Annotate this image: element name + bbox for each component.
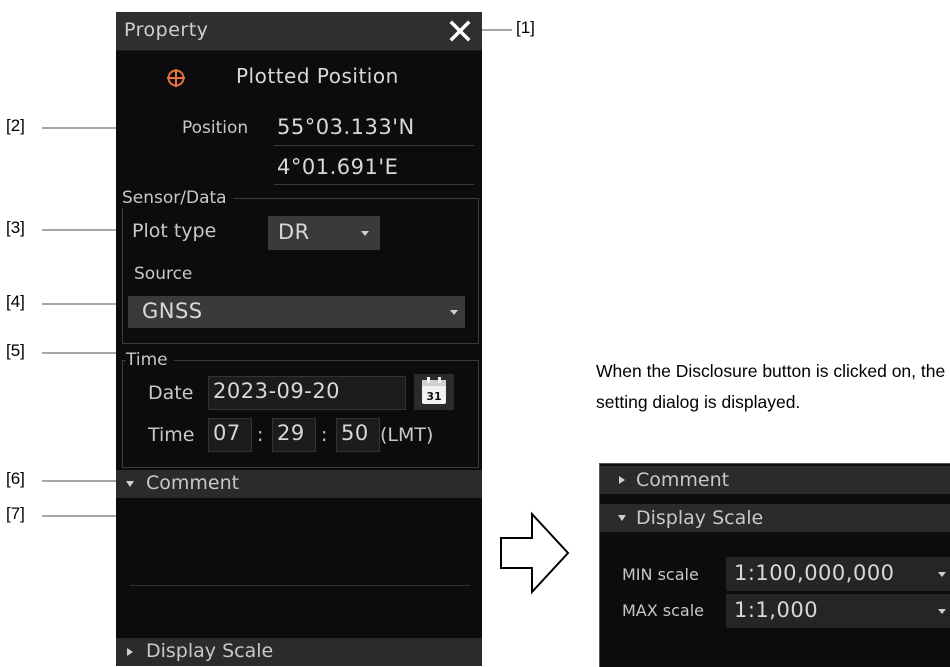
callout-7: [7] bbox=[6, 504, 25, 523]
max-scale-value: 1:1,000 bbox=[734, 598, 819, 622]
min-scale-dropdown[interactable]: 1:100,000,000 bbox=[726, 557, 950, 591]
explanatory-note: When the Disclosure button is clicked on… bbox=[596, 361, 946, 412]
time-label: Time bbox=[148, 424, 195, 446]
minute-field[interactable]: 29 bbox=[272, 418, 316, 452]
panel-title: Property bbox=[124, 19, 209, 41]
min-scale-value: 1:100,000,000 bbox=[734, 561, 895, 585]
arrow-right-icon bbox=[500, 511, 570, 595]
display-scale-label: Display Scale bbox=[146, 640, 274, 662]
property-panel: Property Plotted Position Position 55°03… bbox=[116, 12, 482, 666]
expanded-settings-panel: Comment Display Scale MIN scale 1:100,00… bbox=[599, 463, 950, 667]
plot-type-dropdown[interactable]: DR bbox=[268, 216, 380, 250]
comment-text-area[interactable] bbox=[120, 502, 478, 584]
minute-value: 29 bbox=[277, 421, 305, 445]
source-value: GNSS bbox=[142, 299, 203, 323]
hour-value: 07 bbox=[213, 421, 241, 445]
time-separator: : bbox=[257, 424, 264, 446]
leader-line-1 bbox=[478, 29, 512, 31]
callout-1: [1] bbox=[516, 18, 535, 37]
comment-disclosure-button[interactable]: Comment bbox=[116, 470, 482, 498]
time-group-label: Time bbox=[126, 350, 174, 370]
max-scale-label: MAX scale bbox=[622, 601, 705, 620]
disclosure-collapsed-icon bbox=[127, 648, 133, 656]
callout-3: [3] bbox=[6, 218, 25, 237]
callout-4: [4] bbox=[6, 292, 25, 311]
sensor-data-group-label: Sensor/Data bbox=[122, 188, 233, 208]
disclosure-expanded-icon bbox=[126, 481, 134, 487]
date-field[interactable]: 2023-09-20 bbox=[208, 376, 406, 410]
time-separator: : bbox=[321, 424, 328, 446]
comment-label: Comment bbox=[636, 469, 730, 491]
calendar-button[interactable]: 31 bbox=[414, 374, 454, 410]
leader-line-6 bbox=[42, 480, 120, 482]
min-scale-label: MIN scale bbox=[622, 565, 699, 584]
callout-5: [5] bbox=[6, 341, 25, 360]
title-bar: Property bbox=[116, 12, 482, 51]
second-value: 50 bbox=[341, 421, 369, 445]
max-scale-dropdown[interactable]: 1:1,000 bbox=[726, 594, 950, 628]
chevron-down-icon bbox=[361, 231, 369, 236]
timezone-label: (LMT) bbox=[380, 424, 434, 446]
chevron-down-icon bbox=[938, 572, 946, 577]
calendar-day: 31 bbox=[426, 390, 441, 403]
display-scale-disclosure-button[interactable]: Display Scale bbox=[600, 504, 950, 532]
chevron-down-icon bbox=[450, 310, 458, 315]
calendar-icon: 31 bbox=[422, 377, 446, 404]
comment-disclosure-button[interactable]: Comment bbox=[600, 466, 950, 494]
callout-2: [2] bbox=[6, 116, 25, 135]
object-type-label: Plotted Position bbox=[236, 64, 399, 88]
display-scale-label: Display Scale bbox=[636, 507, 764, 529]
plot-type-value: DR bbox=[278, 220, 310, 244]
second-field[interactable]: 50 bbox=[336, 418, 380, 452]
close-button[interactable] bbox=[444, 16, 476, 46]
disclosure-collapsed-icon bbox=[619, 476, 625, 484]
leader-line-7 bbox=[42, 515, 120, 517]
leader-line-5 bbox=[42, 352, 120, 354]
longitude-value: 4°01.691'E bbox=[277, 155, 399, 179]
callout-6: [6] bbox=[6, 469, 25, 488]
latitude-value: 55°03.133'N bbox=[277, 115, 415, 139]
close-icon bbox=[449, 20, 471, 42]
source-dropdown[interactable]: GNSS bbox=[128, 296, 465, 328]
date-value: 2023-09-20 bbox=[213, 379, 341, 403]
comment-label: Comment bbox=[146, 472, 240, 494]
position-label: Position bbox=[182, 118, 249, 138]
plot-type-label: Plot type bbox=[132, 220, 217, 242]
chevron-down-icon bbox=[938, 609, 946, 614]
date-label: Date bbox=[148, 382, 194, 404]
hour-field[interactable]: 07 bbox=[208, 418, 252, 452]
disclosure-expanded-icon bbox=[618, 515, 626, 521]
display-scale-disclosure-button[interactable]: Display Scale bbox=[116, 638, 482, 666]
plotted-position-icon bbox=[167, 69, 185, 87]
source-label: Source bbox=[134, 264, 193, 284]
